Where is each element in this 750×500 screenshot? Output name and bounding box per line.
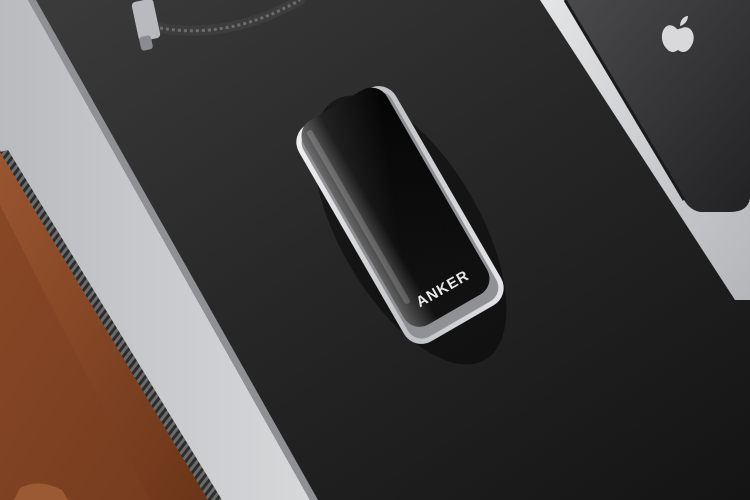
scene-illustration: ANKER	[0, 0, 750, 500]
photo-scene: ANKER	[0, 0, 750, 500]
